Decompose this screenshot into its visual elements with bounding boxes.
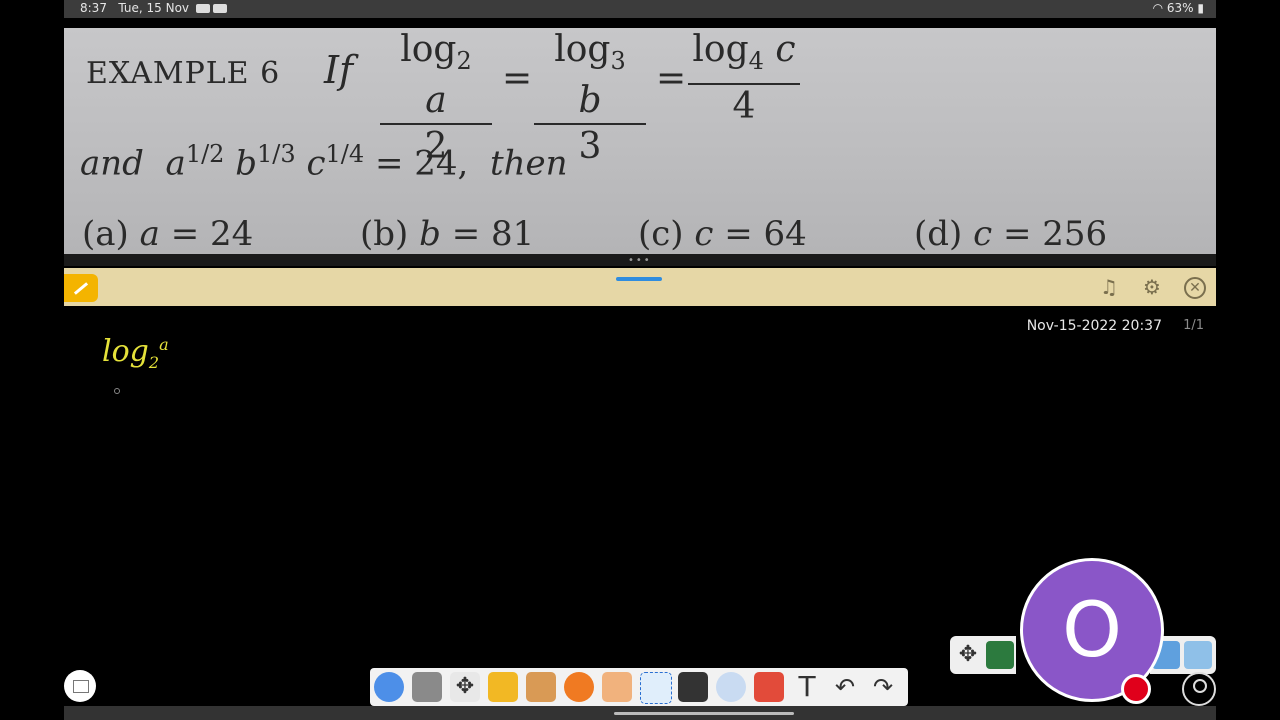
option-b: (b) b = 81 bbox=[360, 214, 535, 254]
browser-icon[interactable] bbox=[564, 672, 594, 702]
example-label: EXAMPLE 6 bbox=[86, 56, 281, 91]
window-icon[interactable] bbox=[1184, 641, 1212, 669]
magnifier-icon[interactable] bbox=[716, 672, 746, 702]
split-divider[interactable]: ••• bbox=[64, 254, 1216, 266]
notification-icon bbox=[212, 4, 227, 13]
battery-icon: ▮ bbox=[1197, 1, 1204, 15]
hand-icon[interactable] bbox=[602, 672, 632, 702]
bottom-bar bbox=[64, 706, 1216, 720]
record-indicator[interactable] bbox=[1121, 674, 1151, 704]
condition-line: and a1/2 b1/3 c1/4 = 24, then bbox=[80, 140, 568, 184]
status-bar: 8:37 Tue, 15 Nov ◠ 63% ▮ bbox=[64, 0, 1216, 18]
equals-sign: = bbox=[656, 58, 687, 99]
board-icon[interactable] bbox=[986, 641, 1014, 669]
redo-icon[interactable]: ↷ bbox=[868, 672, 898, 702]
status-time: 8:37 bbox=[80, 1, 107, 15]
undo-icon[interactable]: ↶ bbox=[830, 672, 860, 702]
drag-handle[interactable] bbox=[616, 277, 662, 281]
if-word: If bbox=[324, 48, 354, 92]
page-counter: 1/1 bbox=[1183, 318, 1204, 333]
handwriting: log2a bbox=[102, 334, 169, 372]
home-indicator[interactable] bbox=[614, 712, 794, 715]
move-icon[interactable]: ✥ bbox=[954, 641, 982, 669]
fraction-log4c: log4 c 4 bbox=[688, 29, 800, 127]
shared-image: EXAMPLE 6 If log2 a 2 = log3 b 3 = log4 … bbox=[64, 28, 1216, 254]
text-icon[interactable]: T bbox=[792, 672, 822, 702]
board-timestamp: Nov-15-2022 20:37 bbox=[1026, 318, 1162, 334]
option-d: (d) c = 256 bbox=[914, 214, 1108, 254]
pencil-icon[interactable] bbox=[64, 274, 98, 302]
highlighter-icon[interactable] bbox=[678, 672, 708, 702]
whiteboard-toolbar: ♫ ⚙ ✕ bbox=[64, 268, 1216, 306]
wifi-icon: ◠ bbox=[1152, 1, 1164, 15]
battery-level: 63% bbox=[1166, 1, 1194, 15]
screenshot-icon[interactable] bbox=[412, 672, 442, 702]
option-c: (c) c = 64 bbox=[638, 214, 807, 254]
status-date: Tue, 15 Nov bbox=[118, 1, 190, 15]
shapes-icon[interactable] bbox=[754, 672, 784, 702]
profile-icon[interactable] bbox=[1182, 672, 1216, 706]
equals-sign: = bbox=[502, 58, 533, 99]
box-icon[interactable] bbox=[526, 672, 556, 702]
cursor-dot bbox=[114, 388, 120, 394]
tool-dock: ✥ T ↶ ↷ bbox=[370, 668, 908, 706]
select-icon[interactable] bbox=[640, 672, 672, 704]
close-icon[interactable]: ✕ bbox=[1184, 277, 1206, 299]
move-icon[interactable]: ✥ bbox=[450, 672, 480, 702]
participants-icon[interactable] bbox=[374, 672, 404, 702]
side-dock-left: ✥ bbox=[950, 636, 1016, 674]
folder-icon[interactable] bbox=[488, 672, 518, 702]
notification-icon bbox=[195, 4, 210, 13]
gear-icon[interactable]: ⚙ bbox=[1141, 276, 1163, 298]
drag-dots-icon[interactable]: ••• bbox=[628, 255, 652, 266]
gallery-icon[interactable] bbox=[64, 670, 96, 702]
option-a: (a) a = 24 bbox=[82, 214, 254, 254]
bell-icon[interactable]: ♫ bbox=[1098, 276, 1120, 298]
